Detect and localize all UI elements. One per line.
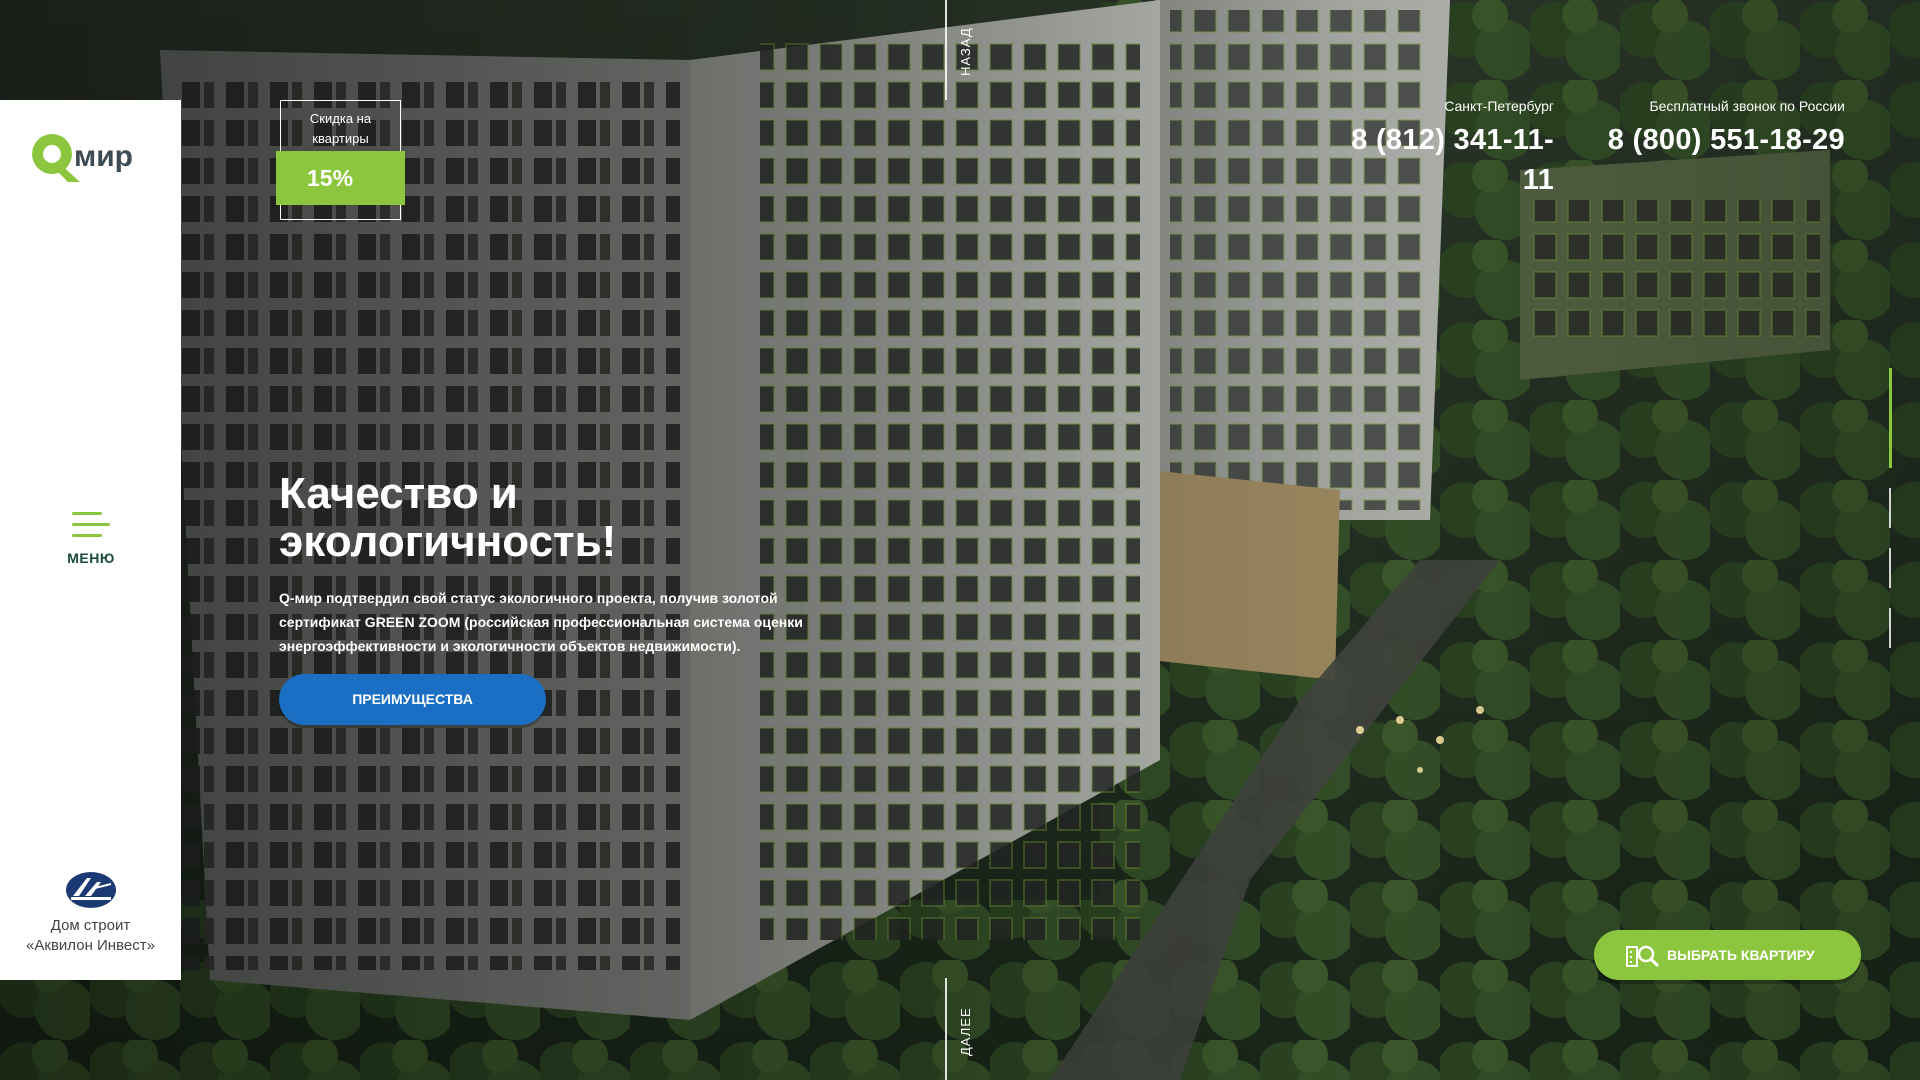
next-divider <box>945 978 947 1080</box>
qmir-logo[interactable]: мир <box>28 126 154 186</box>
developer-label: Дом строит <box>50 917 131 934</box>
phone-spb: Санкт-Петербург 8 (812) 341-11-11 <box>1336 96 1554 200</box>
discount-text: Скидка на квартиры <box>309 111 372 146</box>
developer-info[interactable]: Дом строит «Аквилон Инвест» <box>0 870 181 956</box>
hero-section: Качество и экологичность! Q-мир подтверд… <box>279 470 859 725</box>
back-link[interactable]: НАЗАД <box>958 27 973 76</box>
hamburger-icon[interactable] <box>72 512 110 538</box>
slide-indicator-4[interactable] <box>1889 608 1891 648</box>
svg-text:мир: мир <box>74 140 133 173</box>
choose-apartment-label: ВЫБРАТЬ КВАРТИРУ <box>1667 947 1815 963</box>
back-divider <box>945 0 947 100</box>
hero-title: Качество и экологичность! <box>279 470 859 566</box>
choose-apartment-button[interactable]: ВЫБРАТЬ КВАРТИРУ <box>1594 930 1861 980</box>
left-sidebar: мир МЕНЮ Дом строит «Аквилон Инвест» <box>0 100 181 980</box>
slide-indicator-3[interactable] <box>1889 548 1891 588</box>
hero-description: Q-мир подтвердил свой статус экологичног… <box>279 590 803 654</box>
building-search-icon <box>1626 945 1660 967</box>
slide-indicator-2[interactable] <box>1889 488 1891 528</box>
slide-indicators <box>1889 368 1893 710</box>
phone-russia-number[interactable]: 8 (800) 551-18-29 <box>1600 120 1845 160</box>
phone-russia-caption: Бесплатный звонок по России <box>1649 98 1845 114</box>
menu-label: МЕНЮ <box>67 550 115 566</box>
slide-indicator-1[interactable] <box>1889 368 1892 468</box>
developer-name: «Аквилон Инвест» <box>26 937 155 954</box>
hero-title-line2: экологичность! <box>279 517 617 566</box>
discount-value: 15% <box>276 151 405 205</box>
discount-badge[interactable]: Скидка на квартиры 15% <box>276 100 405 220</box>
phone-spb-caption: Санкт-Петербург <box>1444 98 1554 114</box>
phone-russia: Бесплатный звонок по России 8 (800) 551-… <box>1600 96 1845 160</box>
menu-button[interactable]: МЕНЮ <box>55 510 127 570</box>
developer-logo-icon <box>65 872 116 908</box>
phone-spb-number[interactable]: 8 (812) 341-11-11 <box>1336 120 1554 200</box>
next-link[interactable]: ДАЛЕЕ <box>958 1007 973 1056</box>
hero-title-line1: Качество и <box>279 469 518 518</box>
advantages-button[interactable]: ПРЕИМУЩЕСТВА <box>279 674 546 725</box>
